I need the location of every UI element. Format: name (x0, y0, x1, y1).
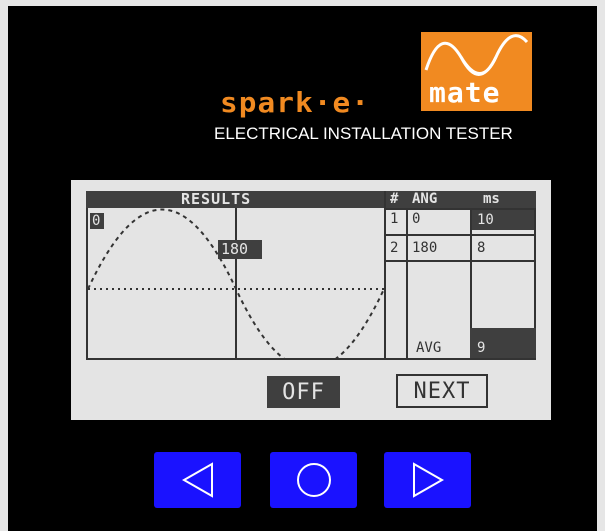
brand-name-box-text: mate (429, 76, 501, 109)
nav-right-button[interactable] (384, 452, 471, 508)
wave-start-label: 0 (92, 213, 101, 229)
col-header-num: # (390, 191, 399, 207)
row2-ang: 180 (412, 240, 438, 256)
results-title: RESULTS (181, 190, 252, 208)
row1-ang: 0 (412, 211, 421, 227)
device-subtitle: ELECTRICAL INSTALLATION TESTER (214, 124, 513, 143)
off-softkey[interactable]: OFF (267, 376, 340, 408)
table-row-divider (386, 234, 536, 236)
avg-value: 9 (477, 340, 486, 356)
graph-bottom-border (86, 358, 388, 360)
table-border-bottom (386, 358, 536, 360)
row2-num: 2 (390, 240, 399, 256)
col-header-ms: ms (483, 191, 500, 207)
table-row-divider-2 (386, 260, 536, 262)
avg-label: AVG (416, 340, 442, 356)
next-softkey-label: NEXT (413, 378, 471, 404)
nav-left-button[interactable] (154, 452, 241, 508)
row2-ms: 8 (477, 240, 486, 256)
table-header-bar (386, 191, 536, 208)
waveform-plot (88, 208, 385, 358)
sine-wave (88, 208, 385, 358)
sine-wave-logo-icon (424, 34, 529, 76)
triangle-left-icon (181, 462, 213, 498)
col-header-ang: ANG (412, 191, 438, 207)
off-softkey-label: OFF (282, 379, 325, 405)
brand-name: spark·e· (220, 86, 371, 119)
table-col-line-2 (470, 208, 472, 338)
next-softkey[interactable]: NEXT (396, 374, 488, 408)
brand-logo-box: mate (421, 32, 532, 111)
nav-center-button[interactable] (270, 452, 357, 508)
circle-icon (296, 463, 331, 497)
lcd-screen: RESULTS 0 180 # ANG ms 1 0 10 2 180 8 AV… (71, 180, 551, 420)
device-panel: spark·e· mate ELECTRICAL INSTALLATION TE… (8, 6, 597, 531)
row1-num: 1 (390, 211, 399, 227)
wave-peak-label: 180 (221, 240, 249, 258)
table-col-line-1 (406, 208, 408, 358)
row1-ms: 10 (477, 212, 494, 228)
triangle-right-icon (412, 462, 444, 498)
